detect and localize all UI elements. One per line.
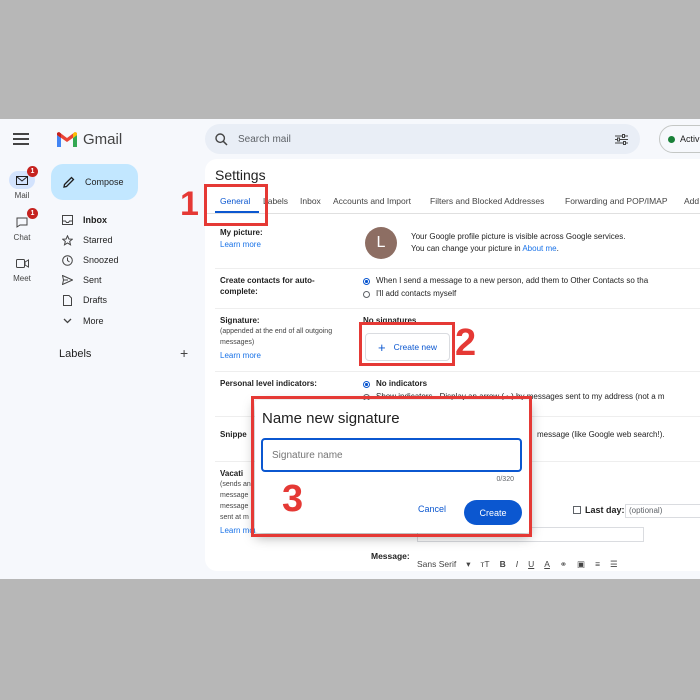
nav-label-more: More [83,316,104,326]
contacts-option-manual[interactable]: I'll add contacts myself [363,288,648,300]
compose-label: Compose [85,177,124,187]
radio-selected[interactable] [363,380,370,388]
settings-tabs: General Labels Inbox Accounts and Import… [205,192,700,214]
gmail-m-icon [57,131,77,147]
tab-addons[interactable]: Add [684,196,699,206]
add-label-icon[interactable]: + [180,345,188,361]
star-icon [60,233,74,247]
nav-item-starred[interactable]: Starred [60,232,113,248]
annotation-number-2: 2 [455,322,477,364]
message-label: Message: [371,551,410,561]
image-icon[interactable]: ▣ [577,559,585,570]
left-rail: 1 Mail 1 Chat Meet [0,119,44,579]
snippets-value: message (like Google web search!). [537,430,665,439]
mail-badge: 1 [27,166,38,177]
list-icon[interactable]: ☰ [610,559,618,570]
video-icon [9,254,35,272]
annotation-number-3: 3 [282,478,304,520]
annotation-box-2 [359,322,455,366]
rail-label-mail: Mail [14,191,30,200]
gmail-logo[interactable]: Gmail [57,129,122,149]
chat-icon: 1 [9,208,38,231]
tab-inbox[interactable]: Inbox [300,196,321,206]
nav-item-sent[interactable]: Sent [60,272,102,288]
underline-button[interactable]: U [528,559,534,569]
picture-label: My picture: [220,228,263,237]
nav-item-inbox[interactable]: Inbox [60,212,107,228]
nav-label-starred: Starred [83,235,113,245]
last-day-checkbox[interactable]: Last day: [573,505,625,515]
mail-icon: 1 [9,166,38,189]
tab-accounts[interactable]: Accounts and Import [333,196,411,206]
setting-row-picture: My picture: Learn more Your Google profi… [215,221,700,269]
nav-item-more[interactable]: More [60,313,104,329]
align-icon[interactable]: ≡ [595,559,600,569]
checkbox[interactable] [573,506,581,514]
draft-icon [60,293,74,307]
rail-label-meet: Meet [13,274,31,283]
signature-learn-more-link[interactable]: Learn more [220,350,345,361]
format-toolbar: Sans Serif ▾ тT B I U A ⚭ ▣ ≡ ☰ [417,557,700,571]
radio-unselected[interactable] [363,290,370,298]
contacts-option-auto[interactable]: When I send a message to a new person, a… [363,275,648,287]
chevron-down-icon [60,314,74,328]
page-title: Settings [215,167,266,183]
nav-label-inbox: Inbox [83,215,107,225]
compose-button[interactable]: Compose [51,164,138,200]
font-dropdown-icon[interactable]: ▾ [466,559,470,570]
clock-icon [60,253,74,267]
radio-selected[interactable] [363,277,370,285]
picture-line2: You can change your picture in About me. [411,244,559,253]
nav-label-snoozed: Snoozed [83,255,119,265]
avatar[interactable]: L [365,227,397,259]
rail-item-mail[interactable]: 1 Mail [0,166,44,200]
send-icon [60,273,74,287]
nav-label-drafts: Drafts [83,295,108,305]
annotation-number-1: 1 [180,185,199,223]
nav-item-snoozed[interactable]: Snoozed [60,252,119,268]
bold-button[interactable]: B [500,559,506,569]
inbox-icon [60,213,74,227]
picture-learn-more-link[interactable]: Learn more [220,239,263,250]
search-bar[interactable]: Search mail [205,124,640,154]
search-input[interactable]: Search mail [238,134,615,145]
nav-item-drafts[interactable]: Drafts [60,292,107,308]
nav-label-sent: Sent [83,275,102,285]
chat-badge: 1 [27,208,38,219]
snippets-label: Snippe [220,430,247,439]
labels-heading: Labels [59,348,92,360]
search-options-icon[interactable] [615,133,628,145]
vacation-label: Vacati [220,469,244,478]
annotation-box-1 [204,184,268,226]
active-status-icon [668,135,675,143]
picture-line1: Your Google profile picture is visible a… [411,232,626,241]
app-name: Gmail [83,130,123,148]
italic-button[interactable]: I [516,559,518,569]
status-label: Activ [680,134,700,144]
hamburger-menu-icon[interactable] [13,133,29,145]
link-icon[interactable]: ⚭ [560,559,567,570]
pencil-icon [63,176,75,188]
setting-row-contacts: Create contacts for auto-complete: When … [215,269,700,309]
status-chip[interactable]: Activ [659,125,700,153]
search-icon[interactable] [215,132,228,146]
tab-forwarding[interactable]: Forwarding and POP/IMAP [565,196,668,206]
personal-option-none[interactable]: No indicators [363,378,665,390]
rail-item-chat[interactable]: 1 Chat [0,208,44,242]
tab-filters[interactable]: Filters and Blocked Addresses [430,196,544,206]
signature-sub: (appended at the end of all outgoing mes… [220,328,333,346]
text-color-button[interactable]: A [544,559,550,569]
signature-label: Signature: [220,316,260,325]
font-size-icon[interactable]: тT [481,559,490,569]
rail-label-chat: Chat [13,233,31,242]
personal-label: Personal level indicators: [220,379,317,388]
about-me-link[interactable]: About me [522,244,556,253]
rail-item-meet[interactable]: Meet [0,254,44,283]
contacts-label: Create contacts for auto-complete: [220,276,315,296]
last-day-input[interactable]: (optional) [625,504,700,518]
font-select[interactable]: Sans Serif [417,559,456,569]
